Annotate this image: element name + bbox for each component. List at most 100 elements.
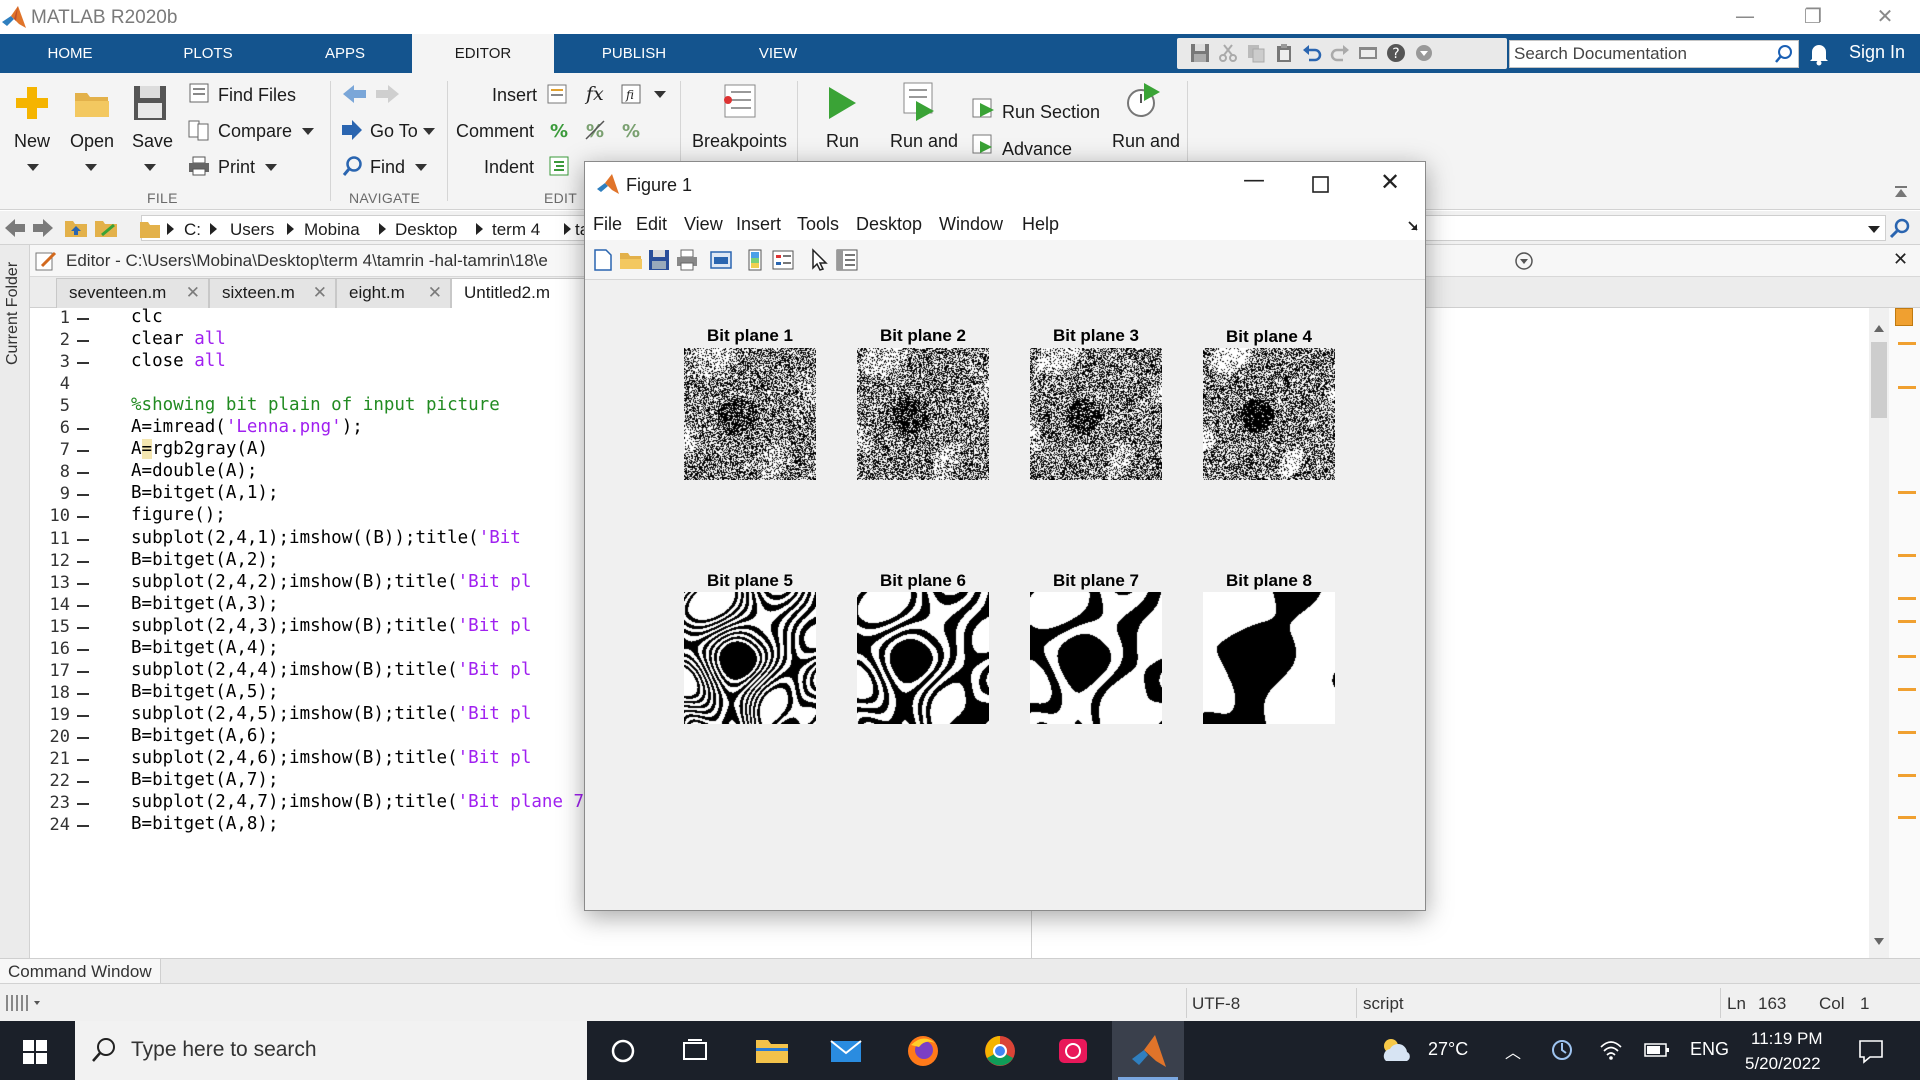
find-dropdown-caret[interactable] xyxy=(415,164,427,171)
warning-mark[interactable] xyxy=(1898,816,1916,819)
editor-actions-icon[interactable] xyxy=(1514,251,1534,271)
warning-mark[interactable] xyxy=(1898,342,1916,345)
breakpoint-dash[interactable] xyxy=(77,318,89,320)
close-icon[interactable]: ✕ xyxy=(1850,0,1920,34)
bit-plane-6-image[interactable] xyxy=(857,592,989,724)
breadcrumb-c[interactable]: C: xyxy=(184,220,201,240)
warning-mark[interactable] xyxy=(1898,688,1916,691)
breakpoint-dash[interactable] xyxy=(77,626,89,629)
print-button[interactable]: Print xyxy=(218,157,255,178)
open-folder-icon[interactable] xyxy=(74,89,110,119)
menu-tools[interactable]: Tools xyxy=(797,214,839,235)
run-icon[interactable] xyxy=(826,85,858,121)
breadcrumb-desktop[interactable]: Desktop xyxy=(395,220,457,240)
up-folder-icon[interactable] xyxy=(64,217,88,239)
figure-maximize-icon[interactable] xyxy=(1312,176,1329,193)
file-explorer-icon[interactable] xyxy=(752,1031,792,1071)
search-documentation-input[interactable]: Search Documentation xyxy=(1509,40,1799,68)
compare-icon[interactable] xyxy=(188,119,210,141)
figure-plot-area[interactable]: Bit plane 1 Bit plane 2 Bit plane 3 Bit … xyxy=(585,281,1425,910)
warning-mark[interactable] xyxy=(1898,597,1916,600)
matlab-taskbar-active[interactable] xyxy=(1112,1021,1184,1080)
scroll-thumb[interactable] xyxy=(1871,342,1887,418)
undo-icon[interactable] xyxy=(1301,42,1323,64)
clock-time[interactable]: 11:19 PM xyxy=(1751,1029,1823,1049)
breakpoint-dash[interactable] xyxy=(77,781,89,784)
mail-icon[interactable] xyxy=(826,1031,866,1071)
print-icon[interactable] xyxy=(188,155,210,177)
breakpoint-dash[interactable] xyxy=(77,759,89,761)
code-line[interactable]: clc xyxy=(131,308,163,327)
breakpoint-dash[interactable] xyxy=(77,472,89,475)
compare-button[interactable]: Compare xyxy=(218,121,292,142)
tab-home[interactable]: HOME xyxy=(30,34,110,73)
editor-vertical-scrollbar[interactable] xyxy=(1869,308,1889,958)
restore-icon[interactable]: ❐ xyxy=(1778,0,1848,34)
forward-icon[interactable] xyxy=(32,217,54,239)
save-file-icon[interactable] xyxy=(133,85,167,121)
clock-date[interactable]: 5/20/2022 xyxy=(1745,1054,1821,1074)
breakpoint-dash[interactable] xyxy=(77,494,89,497)
switch-windows-icon[interactable] xyxy=(1357,42,1379,64)
insert-fi-icon[interactable]: fi xyxy=(620,83,642,105)
tab-apps[interactable]: APPS xyxy=(305,34,385,73)
go-to-button[interactable]: Go To xyxy=(370,121,418,142)
code-line[interactable]: B=bitget(A,8); xyxy=(131,814,279,834)
code-analyzer-status-icon[interactable] xyxy=(1895,308,1913,326)
task-view-icon[interactable] xyxy=(675,1031,715,1071)
redo-icon[interactable] xyxy=(1329,42,1351,64)
code-line[interactable]: subplot(2,4,4);imshow(B);title('Bit pl xyxy=(131,660,531,680)
command-window-tab[interactable]: Command Window xyxy=(0,959,161,984)
comment-button[interactable]: Comment xyxy=(456,121,534,142)
browse-folder-icon[interactable] xyxy=(94,217,118,239)
warning-mark[interactable] xyxy=(1898,491,1916,494)
open-file-icon[interactable] xyxy=(619,248,643,272)
scroll-down-icon[interactable] xyxy=(1873,936,1885,946)
search-icon[interactable] xyxy=(1774,44,1794,64)
breakpoint-dash[interactable] xyxy=(77,538,89,541)
insert-colorbar-icon[interactable] xyxy=(743,248,767,272)
breakpoint-dash[interactable] xyxy=(77,714,89,717)
property-inspector-icon[interactable] xyxy=(835,248,859,272)
taskbar-search-box[interactable]: Type here to search xyxy=(75,1021,587,1080)
tab-plots[interactable]: PLOTS xyxy=(168,34,248,73)
paste-icon[interactable] xyxy=(1273,42,1295,64)
insert-button[interactable]: Insert xyxy=(492,85,537,106)
compare-dropdown-caret[interactable] xyxy=(302,128,314,135)
save-button[interactable]: Save xyxy=(132,131,173,152)
breakpoint-dash[interactable] xyxy=(77,825,89,828)
code-line[interactable]: %showing bit plain of input picture xyxy=(131,395,500,415)
uncomment-icon[interactable]: % xyxy=(584,119,606,141)
breadcrumb-users[interactable]: Users xyxy=(230,220,274,240)
breakpoint-dash[interactable] xyxy=(77,670,89,673)
close-tab-icon[interactable]: ✕ xyxy=(428,279,442,307)
save-dropdown-caret[interactable] xyxy=(144,164,156,171)
language-indicator[interactable]: ENG xyxy=(1690,1039,1729,1060)
run-section-icon[interactable] xyxy=(972,97,996,119)
tab-seventeen[interactable]: seventeen.m ✕ xyxy=(56,278,209,308)
menu-insert[interactable]: Insert xyxy=(736,214,781,235)
notifications-icon[interactable] xyxy=(1858,1038,1884,1064)
breakpoint-dash[interactable] xyxy=(77,428,89,431)
new-dropdown-caret[interactable] xyxy=(27,164,39,171)
new-figure-icon[interactable] xyxy=(591,248,615,272)
find-files-icon[interactable] xyxy=(188,82,210,104)
warning-mark[interactable] xyxy=(1898,620,1916,623)
code-line[interactable]: close all xyxy=(131,351,226,371)
code-line[interactable]: subplot(2,4,7);imshow(B);title('Bit plan… xyxy=(131,792,616,812)
chrome-icon[interactable] xyxy=(980,1031,1020,1071)
find-button[interactable]: Find xyxy=(370,157,405,178)
code-line[interactable]: B=bitget(A,7); xyxy=(131,770,279,790)
breakpoint-dash[interactable] xyxy=(77,340,89,343)
figure-window[interactable]: Figure 1 — ✕ File Edit View Insert Tools… xyxy=(584,161,1426,911)
edit-plot-cursor-icon[interactable] xyxy=(807,248,831,272)
warning-mark[interactable] xyxy=(1898,386,1916,389)
tab-eight[interactable]: eight.m ✕ xyxy=(336,278,451,308)
breakpoints-icon[interactable] xyxy=(722,83,758,119)
back-arrow-icon[interactable] xyxy=(342,83,368,105)
new-icon[interactable] xyxy=(14,85,50,121)
advance-button[interactable]: Advance xyxy=(1002,139,1072,160)
comment-percent-icon[interactable]: % xyxy=(548,119,570,141)
find-files-button[interactable]: Find Files xyxy=(218,85,296,106)
smart-indent-icon[interactable] xyxy=(548,155,570,177)
